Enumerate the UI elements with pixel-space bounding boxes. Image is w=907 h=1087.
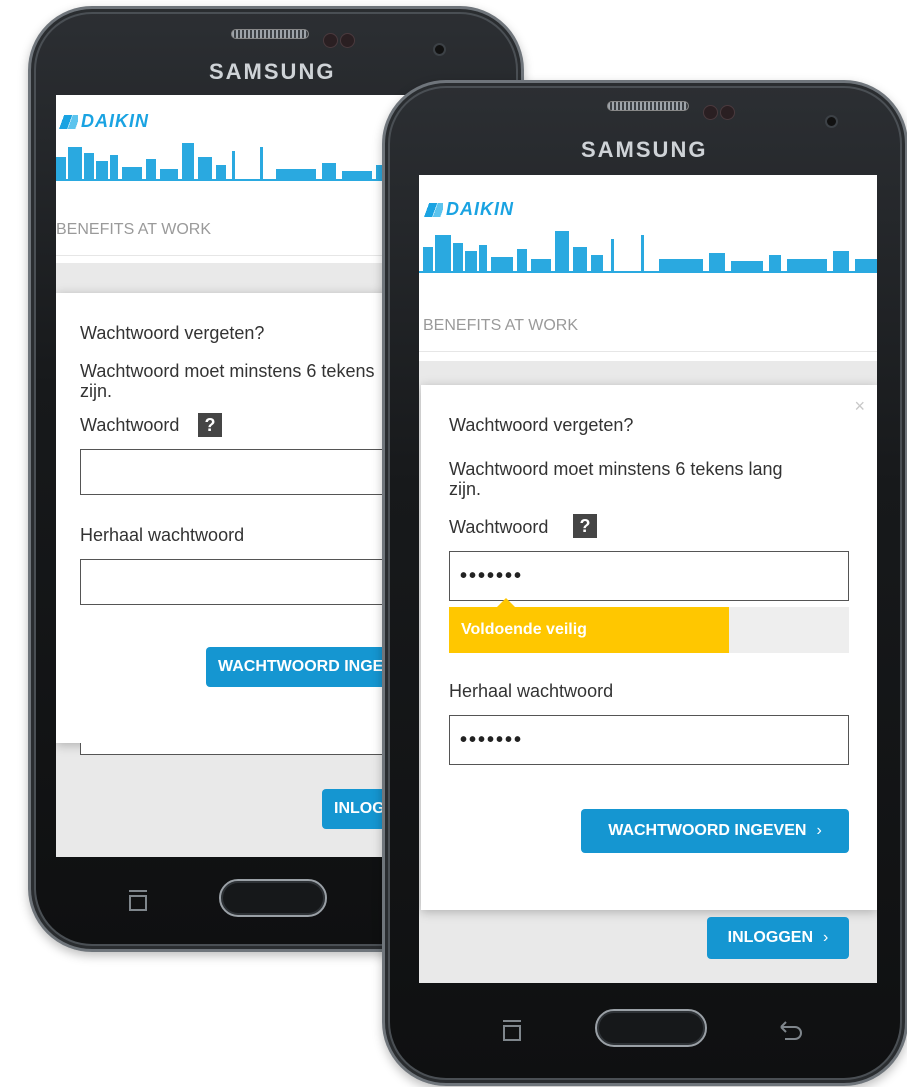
- front-camera-icon: [825, 115, 838, 128]
- close-icon[interactable]: ×: [854, 397, 865, 415]
- password-strength-fill: Voldoende veilig: [449, 607, 729, 653]
- recent-apps-icon[interactable]: [129, 890, 147, 911]
- chevron-right-icon: ›: [823, 929, 829, 946]
- logo-text: DAIKIN: [446, 199, 514, 219]
- phone-brand: SAMSUNG: [209, 59, 336, 84]
- forgot-password-modal: × Wachtwoord vergeten? Wachtwoord moet m…: [421, 385, 877, 910]
- speaker-grille: [607, 101, 689, 111]
- sensor-icon: [323, 33, 357, 48]
- password-field[interactable]: •••••••: [449, 551, 849, 601]
- phone-brand: SAMSUNG: [581, 137, 708, 162]
- submit-password-label: WACHTWOORD INGEV: [218, 658, 394, 675]
- help-icon[interactable]: ?: [573, 514, 597, 538]
- submit-password-button[interactable]: WACHTWOORD INGEVEN ›: [581, 809, 849, 853]
- login-button[interactable]: INLOGGEN ›: [707, 917, 849, 959]
- modal-title: Wachtwoord vergeten?: [449, 415, 634, 435]
- modal-title: Wachtwoord vergeten?: [80, 323, 265, 343]
- home-button[interactable]: [595, 1009, 707, 1047]
- daikin-logo: DAIKIN: [56, 111, 149, 132]
- password-label: Wachtwoord: [449, 517, 549, 537]
- recent-apps-icon[interactable]: [503, 1020, 521, 1041]
- front-camera-icon: [433, 43, 446, 56]
- section-title: BENEFITS AT WORK: [423, 317, 578, 334]
- password-strength-label: Voldoende veilig: [461, 621, 587, 638]
- strength-pointer: [497, 598, 515, 607]
- password-strength-meter: Voldoende veilig: [449, 607, 849, 653]
- help-icon[interactable]: ?: [198, 413, 222, 437]
- submit-password-label: WACHTWOORD INGEVEN: [608, 822, 807, 839]
- daikin-logo: DAIKIN: [421, 199, 514, 220]
- repeat-password-field[interactable]: •••••••: [449, 715, 849, 765]
- home-button[interactable]: [219, 879, 327, 917]
- password-hint-continued: zijn.: [449, 479, 482, 499]
- front-phone: SAMSUNG DAIKIN BENEFITS AT WORK × Wachtw…: [382, 80, 907, 1086]
- daikin-logo-mark-icon: [421, 202, 443, 217]
- repeat-password-label: Herhaal wachtwoord: [449, 681, 614, 701]
- section-title: BENEFITS AT WORK: [56, 221, 211, 238]
- header-divider: [419, 351, 877, 352]
- skyline-illustration: [419, 231, 877, 273]
- front-screen: DAIKIN BENEFITS AT WORK × Wachtwoord ver…: [419, 175, 877, 983]
- daikin-logo-mark-icon: [56, 114, 78, 129]
- speaker-grille: [231, 29, 309, 39]
- password-hint-continued: zijn.: [80, 381, 113, 401]
- repeat-password-label: Herhaal wachtwoord: [80, 525, 245, 545]
- chevron-right-icon: ›: [816, 822, 822, 839]
- logo-text: DAIKIN: [81, 111, 149, 131]
- password-hint: Wachtwoord moet minstens 6 tekens lang: [449, 459, 783, 479]
- login-label: INLOGGEN: [727, 929, 813, 946]
- back-icon[interactable]: [777, 1019, 805, 1041]
- password-hint: Wachtwoord moet minstens 6 tekens: [80, 361, 375, 381]
- password-label: Wachtwoord: [80, 415, 180, 435]
- sensor-icon: [703, 105, 737, 120]
